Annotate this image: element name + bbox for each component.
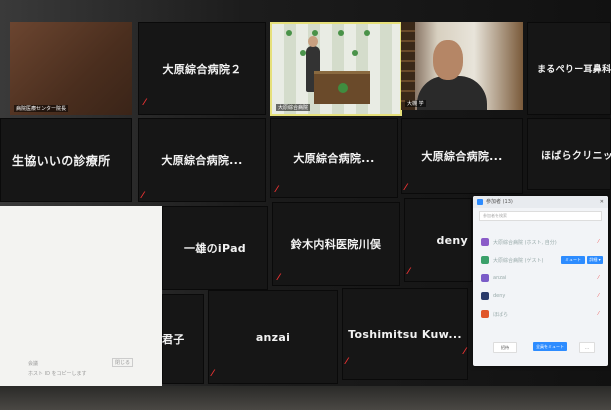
participant-row[interactable]: deny ⁄ [479,290,603,304]
participant-tile[interactable]: 大原綜合病院... ⁄ [401,118,523,194]
participant-name: 大原綜合病院２ [162,62,242,76]
participant-tile[interactable]: 大原綜合病院... ⁄ [270,118,398,198]
muted-mic-icon: ⁄ [144,98,146,108]
shared-window-close-button[interactable]: 閉じる [112,358,134,367]
participant-video-label: 病院医療センター院長 [14,105,69,112]
participant-video-label: 大槻 学 [405,100,426,107]
participant-name: 君子 [162,333,185,346]
muted-mic-icon: ⁄ [598,311,599,317]
muted-mic-icon: ⁄ [408,267,410,277]
participant-tile[interactable]: anzai ⁄ [208,290,338,384]
avatar [481,274,489,282]
participant-name: 大原綜合病院... [293,152,375,165]
muted-mic-icon: ⁄ [212,369,214,379]
participant-tile[interactable]: 君子 [162,294,204,384]
muted-mic-icon: ⁄ [598,275,599,281]
invite-button[interactable]: 招待 [493,342,517,353]
logo-icon [364,30,370,36]
participant-row-name: deny [493,293,506,299]
participant-name: deny [436,233,468,247]
person-head [433,40,463,80]
shared-window-text: ホスト ID をコピーします [28,371,87,377]
participant-name: 鈴木内科医院川俣 [290,238,382,251]
logo-icon [338,30,344,36]
participant-tile[interactable]: 大原綜合病院２ ⁄ [138,22,266,115]
desk-surface [0,386,611,410]
participant-name: Toshimitsu Kuw... [348,327,462,341]
avatar [481,256,489,264]
close-icon[interactable]: ✕ [600,196,604,208]
participants-popup[interactable]: 参加者 (13) ✕ 参加者を検索 大原綜合病院 (ホスト, 自分) ⁄ 大原綜… [473,196,608,366]
muted-mic-icon: ⁄ [278,273,280,283]
muted-mic-icon: ⁄ [346,357,348,367]
muted-mic-icon: ⁄ [598,239,599,245]
muted-mic-icon: ⁄ [142,191,144,201]
mute-button[interactable]: ミュート [561,256,585,264]
participant-tile[interactable]: 生協いいの診療所 [0,118,132,202]
participant-name: anzai [255,330,291,344]
muted-mic-icon: ⁄ [464,347,466,357]
participant-tile[interactable]: 一雄のiPad ⁄ [162,206,268,290]
participant-search-placeholder: 参加者を検索 [483,213,507,218]
logo-icon [286,30,292,36]
avatar [481,310,489,318]
participant-search-input[interactable]: 参加者を検索 [479,211,602,221]
popup-title: 参加者 (13) [486,199,513,205]
participant-name: ほばらクリニック [541,150,611,162]
podium-shape [314,71,370,104]
popup-titlebar: 参加者 (13) ✕ [473,196,608,208]
participant-row-name: 大原綜合病院 (ホスト, 自分) [493,240,557,246]
mute-all-button[interactable]: 全員をミュート [533,342,567,351]
more-options-button[interactable]: ... [579,342,595,353]
participant-row[interactable]: anzai ⁄ [479,272,603,286]
participant-tile[interactable]: 大原綜合病院... ⁄ [138,118,266,202]
participant-name: 大原綜合病院... [161,154,243,167]
participant-video-label: 大原綜合病院 [276,104,311,111]
participant-name: 生協いいの診療所 [12,153,111,168]
meeting-stage: 病院医療センター院長 大原綜合病院２ ⁄ 大原綜合病院 大槻 学 まるぺりー耳鼻… [0,0,611,410]
shared-window-text: 会議 [28,361,39,367]
participant-tile[interactable]: deny ⁄ [404,198,472,282]
participant-row-name: 大原綜合病院 (ゲスト) [493,258,544,264]
participant-tile[interactable]: Toshimitsu Kuw... ⁄ ⁄ [342,288,468,380]
participant-tile[interactable]: ほばらクリニック [527,118,611,190]
muted-mic-icon: ⁄ [598,293,599,299]
zoom-logo-icon [477,199,483,205]
more-button[interactable]: 詳細 ▾ [587,256,603,264]
participant-name: まるぺりー耳鼻科 [537,65,611,75]
participant-tile[interactable]: まるぺりー耳鼻科 [527,22,611,115]
participant-tile[interactable]: 鈴木内科医院川俣 ⁄ [272,202,400,286]
avatar [481,292,489,300]
participant-name: 一雄のiPad [184,242,246,255]
participant-video-man[interactable]: 大槻 学 [401,22,523,110]
muted-mic-icon: ⁄ [405,183,407,193]
participant-row[interactable]: ほばら ⁄ [479,308,603,322]
shared-window[interactable]: 会議 ホスト ID をコピーします 閉じる [0,206,162,386]
participant-row-name: ほばら [493,312,509,318]
logo-icon [352,50,358,56]
participant-row[interactable]: 大原綜合病院 (ゲスト) ミュート 詳細 ▾ [479,254,603,268]
participant-video-active-speaker[interactable]: 大原綜合病院 [270,22,402,116]
participant-row-name: anzai [493,275,507,281]
bookshelf-shape [401,22,415,110]
person-body [417,76,487,110]
participant-row[interactable]: 大原綜合病院 (ホスト, 自分) ⁄ [479,236,603,250]
participant-name: 大原綜合病院... [421,150,503,163]
muted-mic-icon: ⁄ [276,185,278,195]
participant-video-brown[interactable]: 病院医療センター院長 [10,22,132,115]
avatar [481,238,489,246]
